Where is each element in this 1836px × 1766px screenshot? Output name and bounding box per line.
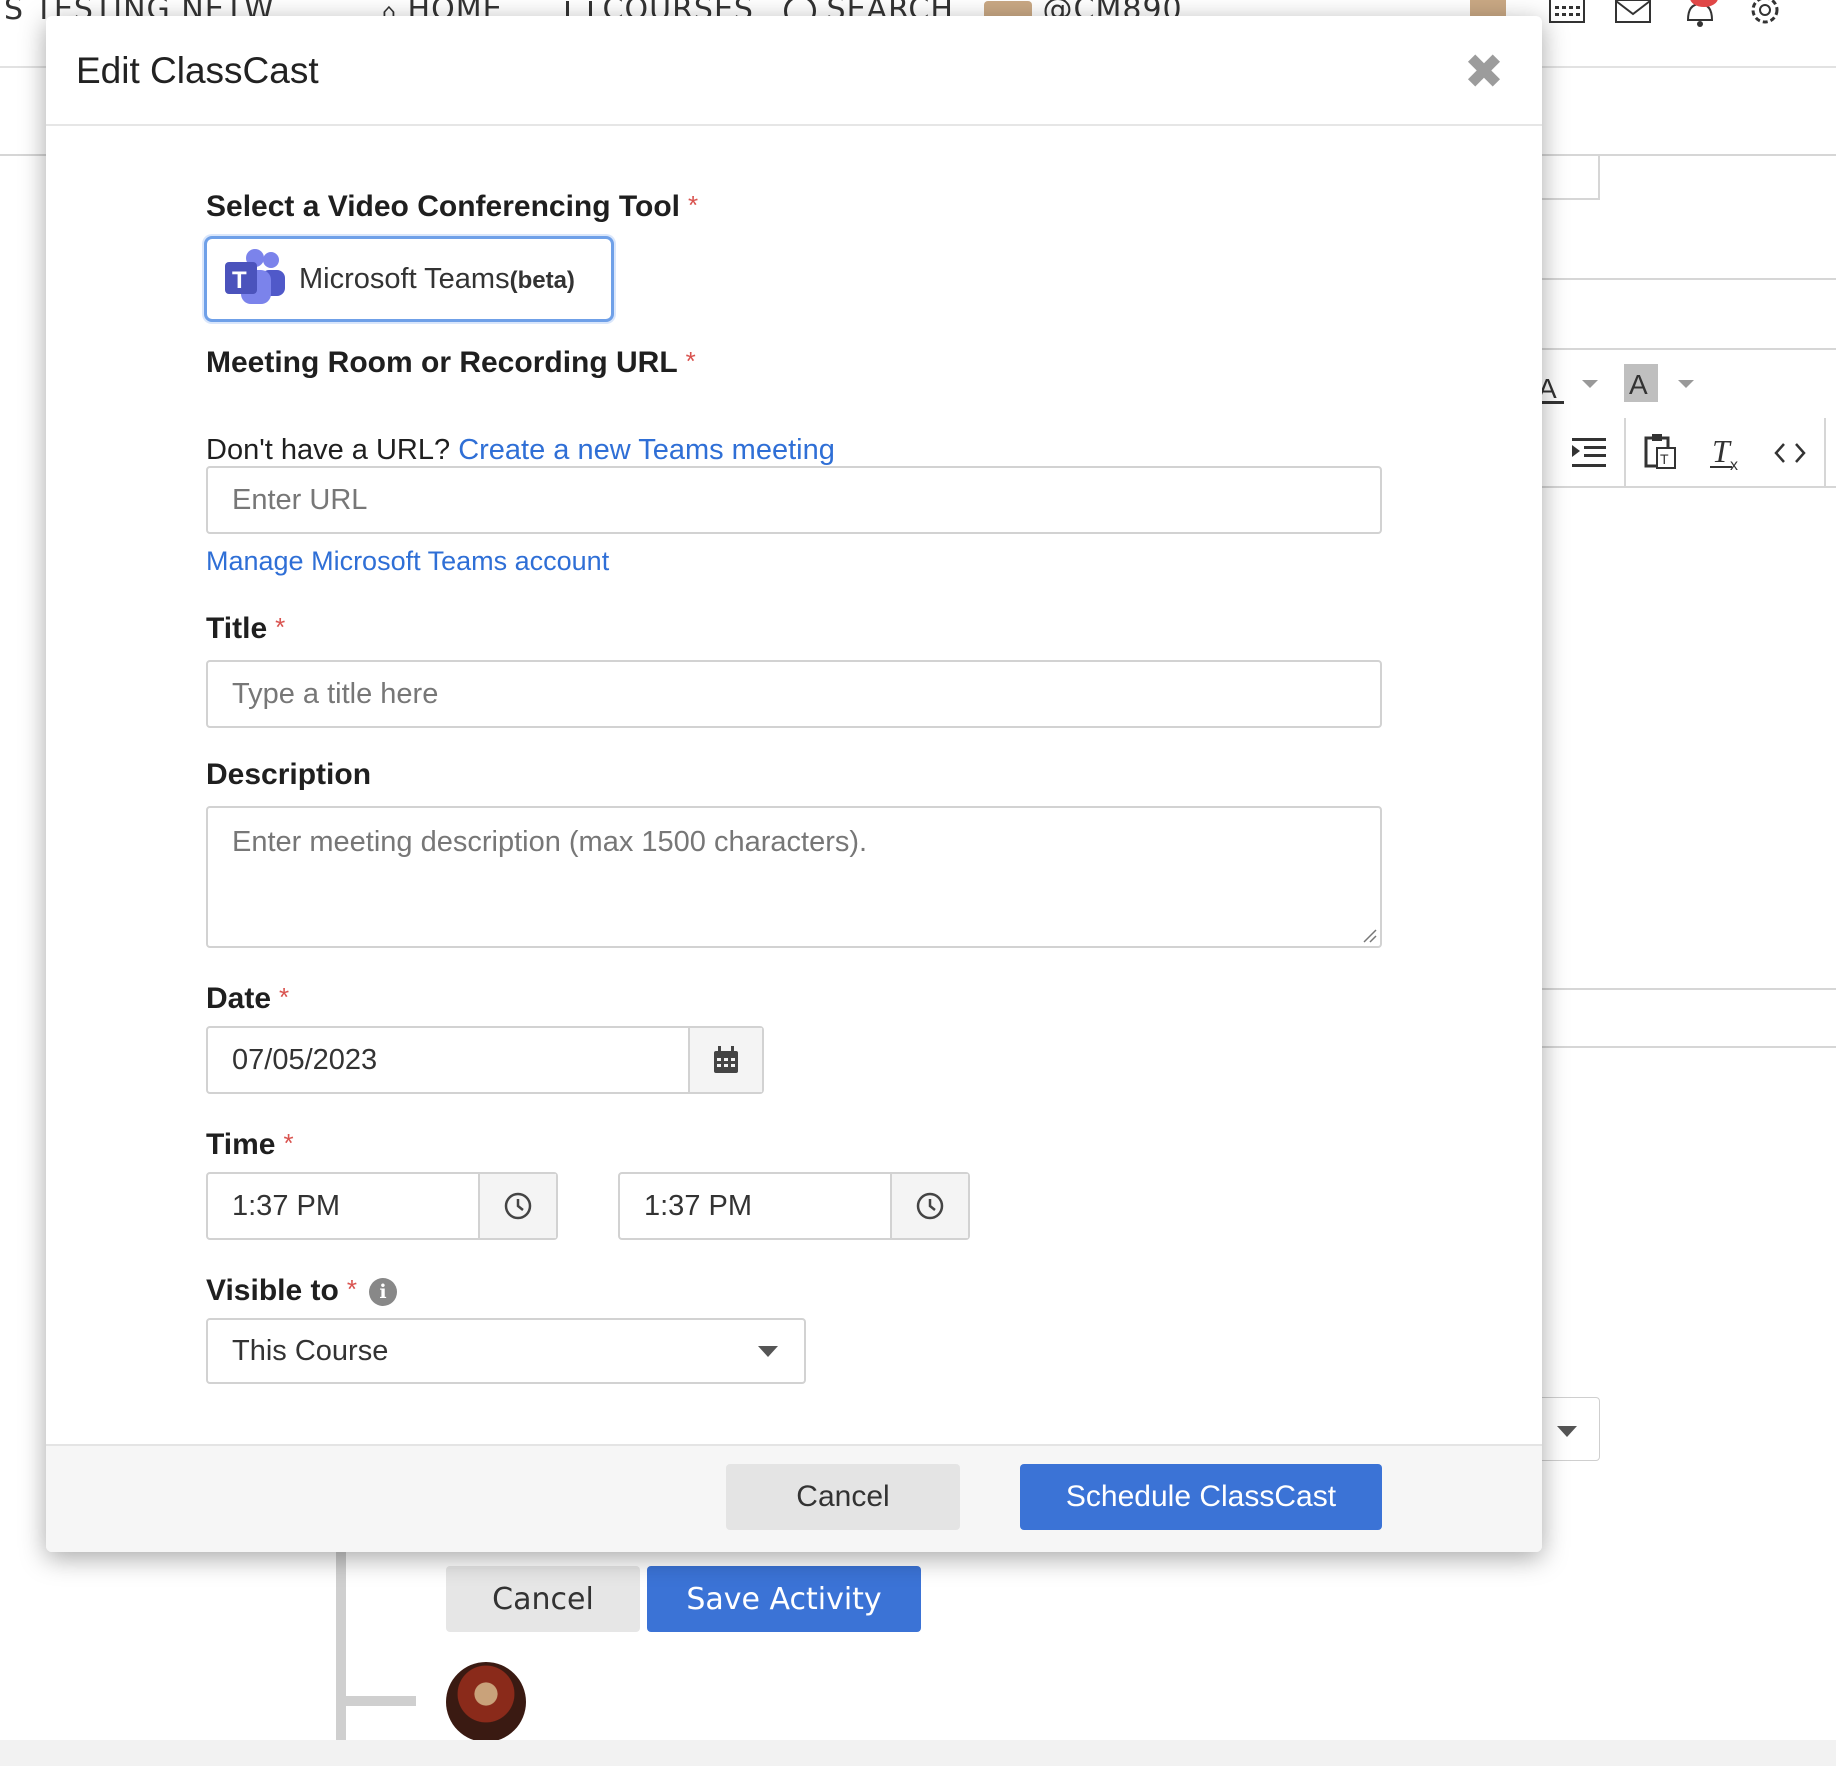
tool-label: Select a Video Conferencing Tool * [206,190,698,224]
end-time-value: 1:37 PM [644,1189,752,1222]
page-bottom [0,1740,1836,1766]
microsoft-teams-icon: T [225,249,285,304]
tool-name: Microsoft Teams(beta) [299,263,575,296]
clock-icon [916,1192,944,1220]
required-marker: * [687,190,699,220]
resize-handle-icon[interactable] [1362,928,1378,944]
date-value: 07/05/2023 [232,1043,378,1076]
url-input[interactable]: Enter URL [206,466,1382,534]
start-time-value: 1:37 PM [232,1189,340,1222]
svg-text:T: T [1660,451,1669,467]
mail-icon[interactable] [1614,0,1652,26]
cancel-button[interactable]: Cancel [726,1464,960,1530]
calendar-icon[interactable] [1548,0,1586,26]
start-time-input[interactable]: 1:37 PM [206,1172,558,1240]
title-label: Title * [206,612,285,646]
description-placeholder: Enter meeting description (max 1500 char… [232,826,868,858]
date-input[interactable]: 07/05/2023 [206,1026,764,1094]
required-marker: * [346,1274,357,1304]
background-color-icon[interactable]: A [1624,364,1660,404]
date-label: Date * [206,982,289,1016]
chevron-down-icon [1557,1426,1577,1437]
dialog-title: Edit ClassCast [76,50,319,91]
url-label-text: Meeting Room or Recording URL [206,346,678,379]
required-marker: * [283,1128,294,1158]
visible-to-value: This Course [232,1334,389,1367]
clock-icon [504,1192,532,1220]
chevron-down-icon[interactable] [1678,378,1696,390]
visible-to-label: Visible to * i [206,1274,397,1308]
end-time-picker-button[interactable] [890,1174,968,1238]
url-helper-text: Don't have a URL? Create a new Teams mee… [206,434,835,467]
visible-to-select[interactable]: This Course [206,1318,806,1384]
bg-divider [1824,418,1826,486]
settings-gear-icon[interactable] [1746,0,1784,30]
save-activity-button[interactable]: Save Activity [647,1566,921,1632]
required-marker: * [279,982,290,1012]
visible-to-label-text: Visible to [206,1274,339,1307]
dialog-footer: Cancel Schedule ClassCast [46,1444,1542,1552]
svg-text:x: x [1730,457,1738,472]
description-textarea[interactable]: Enter meeting description (max 1500 char… [206,806,1382,948]
beta-badge: (beta) [509,266,575,294]
tool-label-text: Select a Video Conferencing Tool [206,190,680,223]
bg-divider [1540,198,1600,200]
end-time-input[interactable]: 1:37 PM [618,1172,970,1240]
bg-divider [1598,154,1600,200]
manage-teams-account-link[interactable]: Manage Microsoft Teams account [206,546,609,577]
source-code-icon[interactable] [1774,442,1806,464]
edit-classcast-dialog: Edit ClassCast ✖ Select a Video Conferen… [46,16,1542,1552]
page: S TESTING NETW ⌂ HOME COURSES SEARCH @CM… [0,0,1836,1766]
description-label: Description [206,758,372,791]
bg-divider [1540,278,1836,280]
background-cancel-button[interactable]: Cancel [446,1566,640,1632]
svg-text:T: T [1712,433,1732,469]
chevron-down-icon[interactable] [1582,378,1600,390]
clear-formatting-icon[interactable]: T x [1710,432,1744,472]
time-label-text: Time [206,1128,276,1161]
date-label-text: Date [206,982,272,1015]
info-icon[interactable]: i [368,1278,397,1307]
start-time-picker-button[interactable] [478,1174,556,1238]
helper-text: Don't have a URL? [206,434,451,466]
svg-text:T: T [232,267,247,294]
url-label: Meeting Room or Recording URL * [206,346,696,380]
user-avatar [446,1662,526,1742]
chevron-down-icon [758,1346,778,1357]
bg-divider [1540,348,1836,350]
calendar-icon [714,1046,738,1073]
bg-divider [1540,988,1836,990]
calendar-picker-button[interactable] [688,1028,762,1092]
paste-text-icon[interactable]: T [1644,432,1678,472]
thread-line [336,1696,416,1706]
title-label-text: Title [206,612,268,645]
indent-icon[interactable] [1572,436,1608,470]
bg-divider [1624,418,1626,486]
close-icon[interactable]: ✖ [1460,48,1508,96]
bg-divider [1540,486,1836,488]
notifications-bell-icon[interactable] [1680,0,1720,30]
microsoft-teams-option[interactable]: T Microsoft Teams(beta) [204,236,614,322]
time-label: Time * [206,1128,294,1162]
font-color-icon[interactable]: A [1538,368,1566,406]
create-teams-meeting-link[interactable]: Create a new Teams meeting [458,434,835,466]
schedule-classcast-button[interactable]: Schedule ClassCast [1020,1464,1382,1530]
required-marker: * [275,612,286,642]
bg-divider [1540,1046,1836,1048]
tool-name-text: Microsoft Teams [299,262,510,295]
dialog-header: Edit ClassCast ✖ [46,16,1542,126]
thread-line [336,1552,346,1746]
svg-text:A: A [1629,369,1648,400]
required-marker: * [685,346,696,376]
title-input[interactable]: Type a title here [206,660,1382,728]
